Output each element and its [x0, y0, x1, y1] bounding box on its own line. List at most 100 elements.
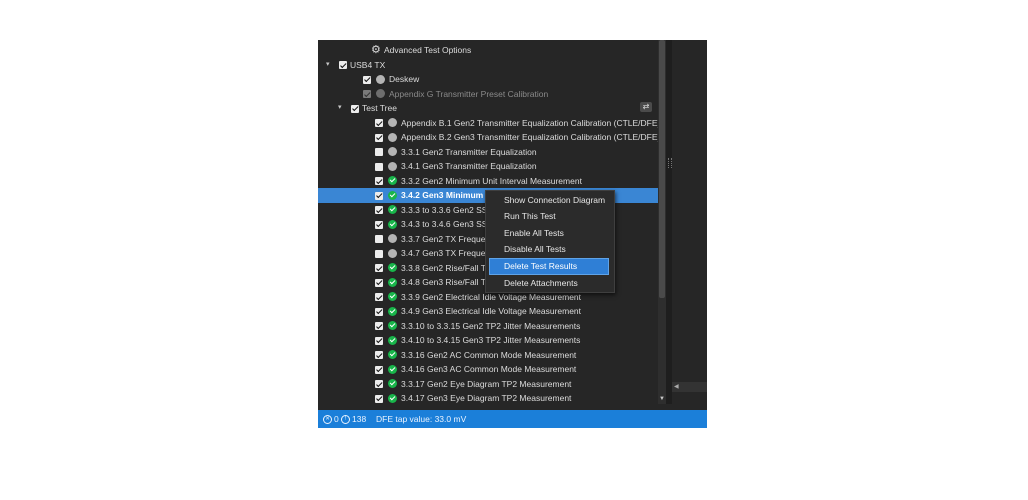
pending-status-icon [388, 147, 397, 156]
tree-row[interactable]: ▾ USB4 TX [318, 58, 658, 73]
tree-row-label: Appendix B.1 Gen2 Transmitter Equalizati… [401, 117, 658, 128]
right-pane: ◀ [672, 40, 707, 404]
pass-status-icon [388, 306, 397, 316]
expand-arrow-icon[interactable]: ▾ [338, 101, 342, 116]
context-menu: Show Connection Diagram Run This Test Enab… [485, 190, 615, 293]
test-checkbox[interactable] [339, 61, 347, 69]
context-menu-item[interactable]: Delete Attachments [490, 276, 608, 291]
tree-row[interactable]: 3.3.1 Gen2 Transmitter Equalization [318, 145, 658, 160]
pass-status-icon [388, 379, 397, 388]
info-icon: ! [341, 415, 350, 425]
test-checkbox[interactable] [375, 394, 383, 403]
tree-row-label: Deskew [389, 74, 420, 84]
tree-row[interactable]: 3.4.17 Gen3 Eye Diagram TP2 Measurement [318, 391, 658, 404]
tree-row-label: 3.4.17 Gen3 Eye Diagram TP2 Measurement [401, 393, 572, 403]
pass-status-icon [388, 219, 397, 229]
test-checkbox[interactable] [375, 249, 383, 258]
tree-row[interactable]: Deskew [318, 72, 658, 87]
tree-row[interactable]: Appendix G Transmitter Preset Calibratio… [318, 87, 658, 102]
expand-arrow-icon[interactable]: ▾ [326, 58, 330, 73]
tree-row[interactable]: Appendix B.2 Gen3 Transmitter Equalizati… [318, 130, 658, 145]
test-checkbox[interactable] [375, 206, 383, 214]
pending-status-icon [376, 74, 385, 84]
pass-status-icon [388, 176, 397, 185]
pending-status-icon [388, 234, 397, 243]
tree-row-label: 3.3.17 Gen2 Eye Diagram TP2 Measurement [401, 378, 572, 389]
tree-row-label: 3.3.1 Gen2 Transmitter Equalization [401, 146, 537, 157]
tree-row[interactable]: 3.3.17 Gen2 Eye Diagram TP2 Measurement [318, 377, 658, 392]
test-checkbox[interactable] [363, 75, 371, 84]
pass-status-icon [388, 205, 397, 214]
status-bar: ✕ 0 ! 138 DFE tap value: 33.0 mV [318, 410, 707, 428]
tree-row[interactable]: 3.4.9 Gen3 Electrical Idle Voltage Measu… [318, 304, 658, 319]
tree-row-label: Appendix G Transmitter Preset Calibratio… [389, 88, 549, 99]
test-checkbox[interactable] [375, 191, 383, 200]
pass-status-icon [388, 190, 397, 200]
tree-row-label: Test Tree [362, 103, 397, 113]
test-checkbox[interactable] [375, 307, 383, 316]
pending-status-icon [388, 248, 397, 258]
error-count: 0 [334, 414, 339, 424]
tree-row-label: 3.4.10 to 3.4.15 Gen3 TP2 Jitter Measure… [401, 335, 581, 345]
scrollbar-thumb[interactable] [659, 40, 665, 298]
test-checkbox[interactable] [375, 278, 383, 287]
context-menu-item[interactable]: Disable All Tests [490, 242, 608, 257]
pass-status-icon [388, 321, 397, 330]
tree-row[interactable]: 3.4.10 to 3.4.15 Gen3 TP2 Jitter Measure… [318, 333, 658, 348]
pending-status-icon [388, 132, 397, 142]
test-checkbox[interactable] [363, 90, 371, 98]
pending-status-icon [376, 89, 385, 98]
test-checkbox[interactable] [375, 322, 383, 330]
test-checkbox[interactable] [375, 148, 383, 156]
pass-status-icon [388, 350, 397, 359]
tree-row[interactable]: 3.4.16 Gen3 AC Common Mode Measurement [318, 362, 658, 377]
test-checkbox[interactable] [375, 235, 383, 243]
test-checkbox[interactable] [375, 351, 383, 359]
gear-icon: ⚙ [371, 44, 381, 56]
context-menu-item[interactable]: Run This Test [490, 209, 608, 224]
tree-row-label: USB4 TX [350, 59, 386, 70]
pass-status-icon [388, 277, 397, 287]
tree-row-label: 3.3.2 Gen2 Minimum Unit Interval Measure… [401, 175, 582, 186]
tree-row[interactable]: 3.4.1 Gen3 Transmitter Equalization [318, 159, 658, 174]
tree-row-label: 3.3.16 Gen2 AC Common Mode Measurement [401, 349, 577, 360]
tree-vertical-scrollbar[interactable]: ▼ [658, 40, 666, 404]
test-checkbox[interactable] [375, 293, 383, 301]
sync-icon[interactable]: ⇄ [640, 102, 652, 112]
test-checkbox[interactable] [351, 104, 359, 113]
scroll-down-icon[interactable]: ▼ [658, 394, 666, 404]
tree-row-label: Advanced Test Options [384, 45, 472, 55]
tree-row[interactable]: 3.3.16 Gen2 AC Common Mode Measurement [318, 348, 658, 363]
tree-row-label: Appendix B.2 Gen3 Transmitter Equalizati… [401, 132, 658, 142]
tree-row-label: 3.4.1 Gen3 Transmitter Equalization [401, 161, 537, 171]
pending-status-icon [388, 118, 397, 127]
pass-status-icon [388, 335, 397, 345]
tree-row[interactable]: ▾ Test Tree [318, 101, 658, 116]
test-checkbox[interactable] [375, 177, 383, 185]
test-checkbox[interactable] [375, 336, 383, 345]
test-checkbox[interactable] [375, 119, 383, 127]
tree-row-label: 3.4.16 Gen3 AC Common Mode Measurement [401, 364, 577, 374]
tree-row[interactable]: 3.3.2 Gen2 Minimum Unit Interval Measure… [318, 174, 658, 189]
tree-row[interactable]: Appendix B.1 Gen2 Transmitter Equalizati… [318, 116, 658, 131]
tree-row[interactable]: 3.3.10 to 3.3.15 Gen2 TP2 Jitter Measure… [318, 319, 658, 334]
test-checkbox[interactable] [375, 365, 383, 374]
tree-row[interactable]: ⚙ Advanced Test Options [318, 43, 658, 58]
test-checkbox[interactable] [375, 133, 383, 142]
test-checkbox[interactable] [375, 220, 383, 229]
pending-status-icon [388, 161, 397, 171]
pass-status-icon [388, 393, 397, 403]
error-count-badge[interactable]: ✕ 0 [323, 410, 339, 428]
pass-status-icon [388, 364, 397, 374]
info-count-badge[interactable]: ! 138 [341, 410, 366, 428]
right-pane-horizontal-scrollbar[interactable]: ◀ [672, 382, 707, 392]
context-menu-item[interactable]: Delete Test Results [489, 258, 609, 275]
test-checkbox[interactable] [375, 264, 383, 272]
test-checkbox[interactable] [375, 380, 383, 388]
info-count: 138 [352, 414, 367, 424]
test-checkbox[interactable] [375, 162, 383, 171]
context-menu-item[interactable]: Show Connection Diagram [490, 193, 608, 208]
dfe-tap-value: DFE tap value: 33.0 mV [376, 414, 467, 424]
pass-status-icon [388, 292, 397, 301]
context-menu-item[interactable]: Enable All Tests [490, 226, 608, 241]
